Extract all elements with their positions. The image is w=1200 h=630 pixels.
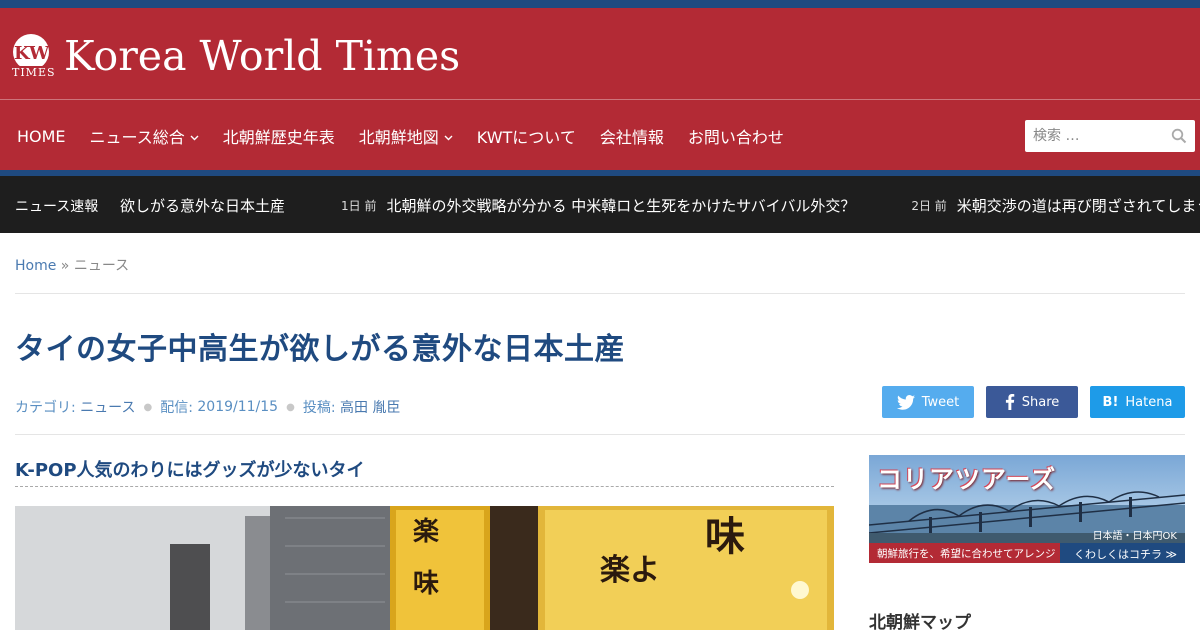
banner-slogan: 朝鮮旅行を、希望に合わせてアレンジ [877, 548, 1056, 560]
nav-item-home[interactable]: HOME [17, 127, 66, 146]
svg-text:TIMES: TIMES [12, 66, 56, 78]
nav-item-label: 会社情報 [599, 128, 664, 147]
banner-subtitle: 日本語・日本円OK [1092, 531, 1177, 542]
svg-text:味: 味 [413, 569, 439, 599]
breadcrumb-home[interactable]: Home [15, 258, 56, 274]
article-title: タイの女子中高生が欲しがる意外な日本土産 [15, 332, 625, 367]
breadcrumb-separator: » [60, 258, 70, 274]
breadcrumb-current: ニュース [73, 258, 130, 274]
top-stripe [0, 0, 1200, 8]
article-photo: 楽 味 楽よ 味 [15, 506, 834, 630]
banner-footer: 朝鮮旅行を、希望に合わせてアレンジ くわしくはコチラ ≫ [869, 543, 1185, 563]
twitter-share-button[interactable]: Tweet [882, 386, 974, 418]
nav-item-label: ニュース総合 [89, 128, 185, 147]
site-title[interactable]: Korea World Times [64, 32, 460, 80]
nav-item-label: 北朝鮮地図 [358, 128, 439, 147]
section-heading: K-POP人気のわりにはグッズが少ないタイ [15, 456, 834, 487]
svg-text:KW: KW [14, 43, 50, 64]
sidebar-map-heading: 北朝鮮マップ [869, 613, 971, 630]
nav-item-label: HOME [17, 126, 66, 146]
ticker-label: ニュース速報 [15, 199, 99, 215]
nav-item-label: KWTについて [476, 128, 576, 147]
hatena-share-label: Hatena [1125, 394, 1173, 410]
divider [15, 434, 1185, 435]
author-label: 投稿: [302, 400, 336, 416]
nav-item-history[interactable]: 北朝鮮歴史年表 [223, 124, 335, 148]
korea-tours-banner[interactable]: コリアツアーズ 日本語・日本円OK 朝鮮旅行を、希望に合わせてアレンジ くわしく… [869, 455, 1185, 563]
hatena-share-button[interactable]: B! Hatena [1090, 386, 1185, 418]
nav-item-about[interactable]: KWTについて [477, 124, 576, 148]
twitter-icon [896, 394, 915, 410]
twitter-share-label: Tweet [921, 394, 960, 410]
main-nav: HOME ニュース総合 北朝鮮歴史年表 北朝鮮地図 KWTについて 会社情報 お… [0, 118, 791, 154]
logo-icon[interactable]: KW TIMES [8, 32, 56, 79]
divider [15, 293, 1185, 294]
hatena-icon: B! [1102, 394, 1119, 410]
meta-separator: ● [286, 401, 295, 413]
facebook-share-button[interactable]: Share [986, 386, 1078, 418]
news-ticker: ニュース速報 欲しがる意外な日本土産 1日 前 北朝鮮の外交戦略が分かる 中米韓… [0, 176, 1200, 233]
svg-text:楽: 楽 [413, 517, 440, 547]
logo-row: KW TIMES Korea World Times [0, 8, 1200, 100]
facebook-icon [1005, 394, 1015, 410]
category-label: カテゴリ: [15, 400, 76, 416]
meta-separator: ● [143, 401, 153, 413]
breadcrumb: Home » ニュース [15, 255, 129, 275]
nav-item-label: お問い合わせ [687, 128, 784, 147]
facebook-share-label: Share [1021, 394, 1060, 410]
nav-item-contact[interactable]: お問い合わせ [688, 124, 784, 148]
site-header: KW TIMES Korea World Times HOME ニュース総合 北… [0, 8, 1200, 170]
search-box [1025, 120, 1195, 152]
ticker-item[interactable]: 米朝交渉の道は再び閉ざされてしまうのか [957, 195, 1200, 216]
chevron-down-icon [190, 131, 199, 144]
banner-title: コリアツアーズ [877, 465, 1057, 494]
publish-date: 2019/11/15 [197, 399, 279, 415]
search-input[interactable] [1025, 120, 1165, 152]
ticker-time: 1日 前 [341, 199, 377, 213]
nav-item-company[interactable]: 会社情報 [600, 124, 664, 148]
svg-text:味: 味 [705, 513, 745, 560]
svg-text:楽よ: 楽よ [600, 553, 660, 588]
search-icon[interactable] [1171, 128, 1187, 144]
date-label: 配信: [160, 400, 193, 416]
ticker-item[interactable]: 北朝鮮の外交戦略が分かる 中米韓ロと生死をかけたサバイバル外交？ [386, 195, 855, 216]
author-link[interactable]: 高田 胤臣 [340, 397, 400, 417]
ticker-time: 2日 前 [911, 199, 947, 213]
chevron-down-icon [444, 131, 453, 144]
ticker-items: 欲しがる意外な日本土産 1日 前 北朝鮮の外交戦略が分かる 中米韓ロと生死をかけ… [120, 195, 1200, 216]
nav-item-map[interactable]: 北朝鮮地図 [359, 124, 453, 148]
article-meta: カテゴリ: ニュース ● 配信: 2019/11/15 ● 投稿: 高田 胤臣 [15, 397, 400, 417]
nav-item-label: 北朝鮮歴史年表 [222, 128, 335, 147]
ticker-item[interactable]: 欲しがる意外な日本土産 [120, 195, 285, 216]
banner-cta[interactable]: くわしくはコチラ ≫ [1059, 543, 1185, 563]
category-link[interactable]: ニュース [80, 397, 135, 417]
ticker-track: 欲しがる意外な日本土産 1日 前 北朝鮮の外交戦略が分かる 中米韓ロと生死をかけ… [120, 176, 1200, 233]
nav-item-news[interactable]: ニュース総合 [90, 124, 199, 148]
